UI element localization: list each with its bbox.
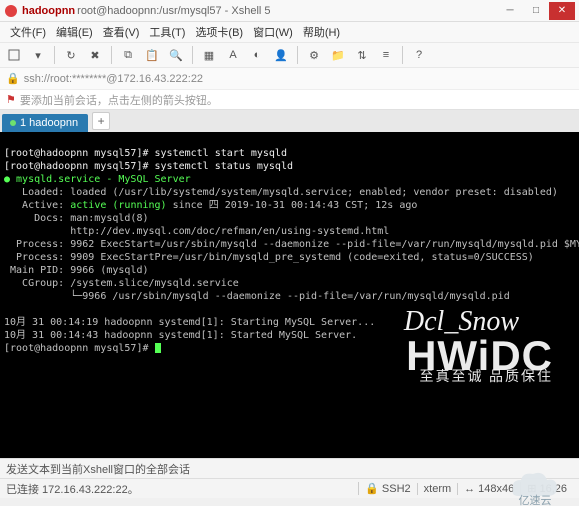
tab-bar: 1 hadoopnn + (0, 110, 579, 132)
status-connection: 已连接 172.16.43.222:22。 (6, 481, 358, 497)
term-line: Main PID: 9966 (mysqld) (4, 265, 149, 276)
maximize-button[interactable]: □ (523, 2, 549, 20)
address-bar[interactable]: 🔒 ssh://root:********@172.16.43.222:22 (0, 68, 579, 90)
menu-help[interactable]: 帮助(H) (299, 24, 344, 40)
app-icon (4, 4, 18, 18)
term-line: Loaded: loaded (/usr/lib/systemd/system/… (4, 187, 558, 198)
term-line: Process: 9909 ExecStartPre=/usr/bin/mysq… (4, 252, 534, 263)
help-icon[interactable]: ? (409, 45, 429, 65)
watermark-brand: HWiDC (406, 349, 553, 362)
session-tab[interactable]: 1 hadoopnn (2, 114, 88, 132)
cursor-icon (155, 343, 161, 353)
active-status: active (running) (70, 200, 166, 211)
term-line: └─9966 /usr/sbin/mysqld --daemonize --pi… (4, 291, 510, 302)
watermark-slogan: 至真至诚 品质保住 (420, 371, 554, 384)
term-line: Docs: man:mysqld(8) (4, 213, 149, 224)
menu-tools[interactable]: 工具(T) (145, 24, 189, 40)
paste-icon[interactable]: 📋 (142, 45, 162, 65)
terminal-output[interactable]: [root@hadoopnn mysql57]# systemctl start… (0, 132, 579, 458)
disconnect-icon[interactable]: ✖ (85, 45, 105, 65)
separator (297, 46, 298, 64)
props-icon[interactable]: ⚙ (304, 45, 324, 65)
menu-edit[interactable]: 编辑(E) (52, 24, 97, 40)
dropdown-icon[interactable]: ▾ (28, 45, 48, 65)
font-icon[interactable]: A (223, 45, 243, 65)
close-button[interactable]: ✕ (549, 2, 575, 20)
separator (111, 46, 112, 64)
menu-view[interactable]: 查看(V) (99, 24, 144, 40)
tab-label: 1 hadoopnn (20, 117, 78, 129)
tip-text: 要添加当前会话，点击左侧的箭头按钮。 (20, 92, 218, 108)
reconnect-icon[interactable]: ↻ (61, 45, 81, 65)
add-tab-button[interactable]: + (92, 112, 110, 130)
address-text: ssh://root:********@172.16.43.222:22 (24, 73, 203, 85)
term-line: Process: 9962 ExecStart=/usr/sbin/mysqld… (4, 239, 579, 250)
term-line: [root@hadoopnn mysql57]# systemctl statu… (4, 161, 293, 172)
term-line: CGroup: /system.slice/mysqld.service (4, 278, 239, 289)
title-path: root@hadoopnn:/usr/mysql57 - Xshell 5 (77, 5, 270, 17)
term-line: 10月 31 00:14:43 hadoopnn systemd[1]: Sta… (4, 330, 357, 341)
term-line: ● mysqld.service - MySQL Server (4, 174, 191, 185)
separator (192, 46, 193, 64)
separator (402, 46, 403, 64)
lock-icon: 🔒 (6, 72, 20, 85)
menu-bar: 文件(F) 编辑(E) 查看(V) 工具(T) 选项卡(B) 窗口(W) 帮助(… (0, 22, 579, 42)
toolbar: ▾ ↻ ✖ ⧉ 📋 🔍 ▦ A ◐ 👤 ⚙ 📁 ⇅ ≡ ? (0, 42, 579, 68)
send-text-label: 发送文本到当前Xshell窗口的全部会话 (6, 464, 190, 476)
menu-tab[interactable]: 选项卡(B) (191, 24, 247, 40)
term-line: [root@hadoopnn mysql57]# systemctl start… (4, 148, 287, 159)
flag-icon: ⚑ (6, 93, 16, 106)
size-icon: ↔ (464, 483, 475, 495)
minimize-button[interactable]: ─ (497, 2, 523, 20)
status-dot-icon (10, 120, 16, 126)
watermark-signature: Dcl_Snow (404, 315, 519, 328)
status-term: xterm (417, 483, 458, 495)
user-icon[interactable]: 👤 (271, 45, 291, 65)
status-size: ↔148x46 (457, 483, 520, 495)
title-bar: hadoopnn root@hadoopnn:/usr/mysql57 - Xs… (0, 0, 579, 22)
term-prompt: [root@hadoopnn mysql57]# (4, 343, 161, 354)
tip-bar: ⚑ 要添加当前会话，点击左侧的箭头按钮。 (0, 90, 579, 110)
status-pos: ⊞16,26 (520, 482, 573, 495)
send-text-bar[interactable]: 发送文本到当前Xshell窗口的全部会话 (0, 458, 579, 478)
status-bar: 已连接 172.16.43.222:22。 🔒SSH2 xterm ↔148x4… (0, 478, 579, 498)
term-line: Active: active (running) since 四 2019-10… (4, 200, 417, 211)
term-line: 10月 31 00:14:19 hadoopnn systemd[1]: Sta… (4, 317, 375, 328)
color-icon[interactable]: ◐ (247, 45, 267, 65)
copy-icon[interactable]: ⧉ (118, 45, 138, 65)
layout-icon[interactable]: ▦ (199, 45, 219, 65)
menu-file[interactable]: 文件(F) (6, 24, 50, 40)
menu-window[interactable]: 窗口(W) (249, 24, 297, 40)
pos-icon: ⊞ (527, 482, 536, 495)
separator (54, 46, 55, 64)
log-icon[interactable]: ≡ (376, 45, 396, 65)
new-session-icon[interactable] (4, 45, 24, 65)
status-ssh: 🔒SSH2 (358, 482, 416, 495)
folder-icon[interactable]: 📁 (328, 45, 348, 65)
term-line: http://dev.mysql.com/doc/refman/en/using… (4, 226, 389, 237)
transfer-icon[interactable]: ⇅ (352, 45, 372, 65)
search-icon[interactable]: 🔍 (166, 45, 186, 65)
window-controls: ─ □ ✕ (497, 2, 575, 20)
lock-icon: 🔒 (365, 482, 379, 495)
title-host: hadoopnn (22, 5, 75, 17)
